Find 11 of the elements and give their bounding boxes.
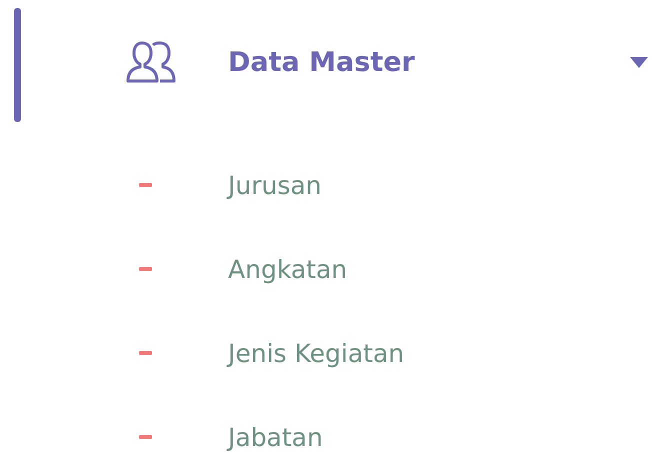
submenu-item[interactable]: Jenis Kegiatan: [228, 338, 404, 368]
submenu-item[interactable]: Angkatan: [228, 254, 348, 284]
dash-icon: [139, 351, 152, 355]
dash-icon: [139, 183, 152, 187]
dash-icon: [139, 435, 152, 439]
caret-icon[interactable]: [628, 54, 650, 70]
users-icon: [126, 39, 176, 85]
menu-title[interactable]: Data Master: [228, 46, 415, 78]
submenu-item[interactable]: Jurusan: [228, 170, 322, 200]
submenu-item[interactable]: Jabatan: [228, 422, 323, 452]
dash-icon: [139, 267, 152, 271]
